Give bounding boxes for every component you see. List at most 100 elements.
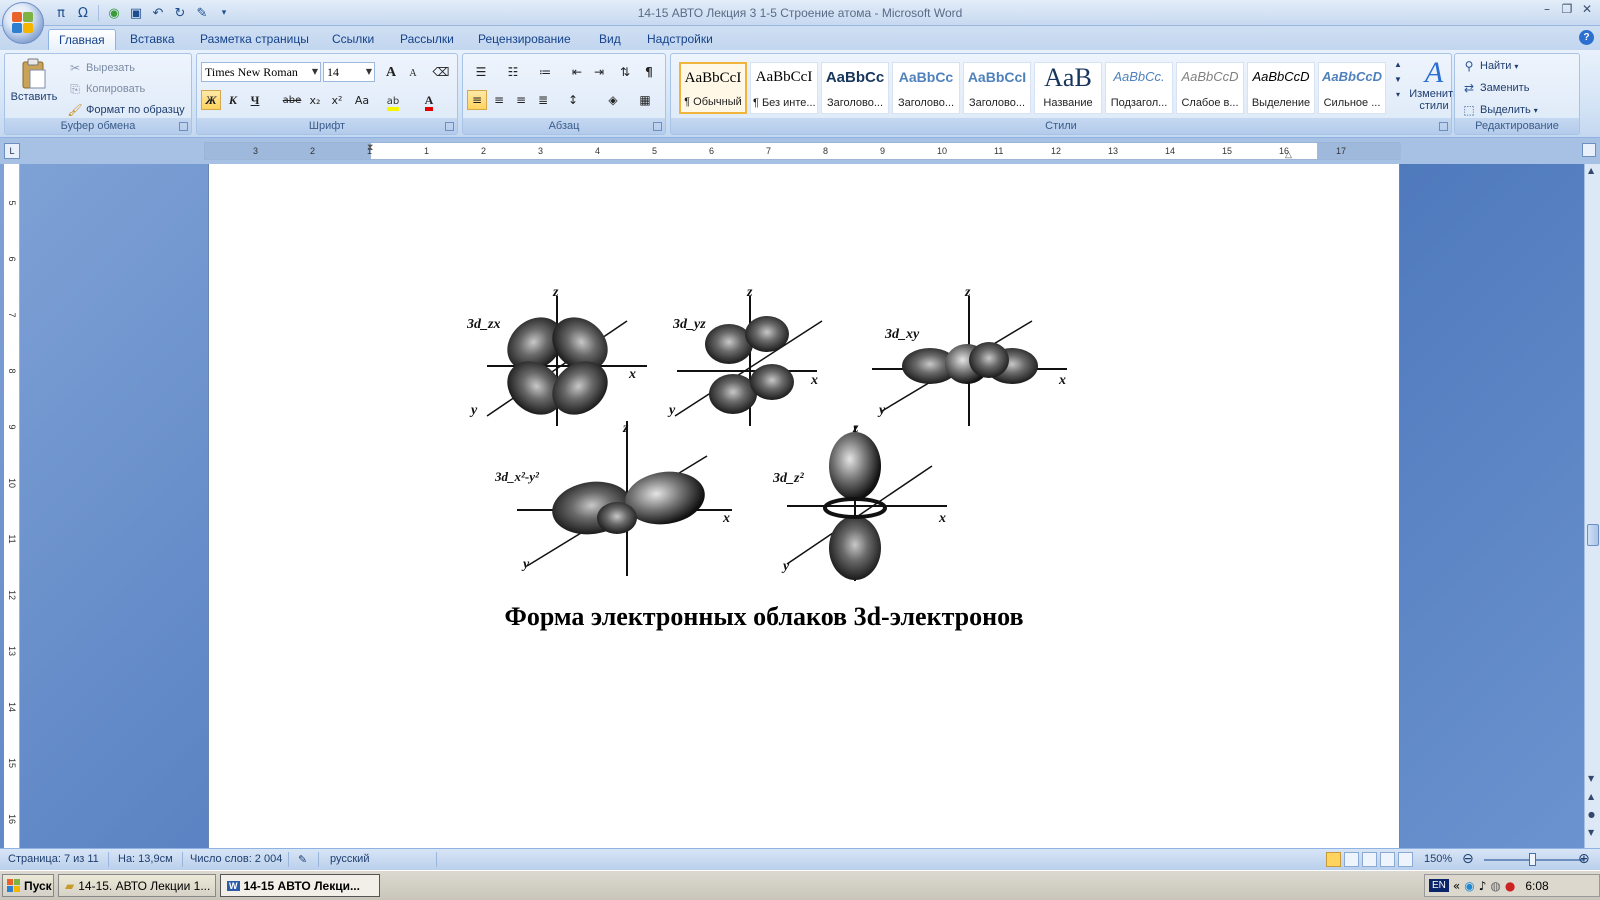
taskbar-item-folder[interactable]: ▰ 14-15. АВТО Лекции 1... [58, 874, 216, 897]
multilevel-list-icon[interactable]: ≔ [531, 62, 559, 82]
find-button[interactable]: ⚲ Найти ▾ [1461, 58, 1519, 74]
style-tile[interactable]: AaBbCc Заголово... [892, 62, 960, 114]
zoom-out-icon[interactable]: ⊖ [1462, 851, 1474, 867]
office-button[interactable] [2, 2, 44, 44]
network-icon[interactable]: ◉ [1464, 879, 1474, 893]
increase-indent-icon[interactable]: ⇥ [589, 62, 609, 82]
highlight-icon[interactable]: ab [383, 90, 403, 111]
right-indent-icon[interactable]: △ [1285, 149, 1292, 160]
speaker-icon[interactable]: ♪ [1479, 879, 1487, 893]
decrease-indent-icon[interactable]: ⇤ [567, 62, 587, 82]
style-tile[interactable]: AaBbCcI Заголово... [963, 62, 1031, 114]
security-icon[interactable]: ◍ [1490, 879, 1500, 893]
figure-caption[interactable]: Форма электронных облаков 3d-электронов [209, 602, 1319, 632]
antivirus-icon[interactable]: ● [1505, 879, 1515, 893]
vertical-scrollbar[interactable]: ▲ ▼ ▲ ● ▼ [1584, 164, 1600, 848]
status-language[interactable]: русский [330, 853, 369, 865]
tab-insert[interactable]: Вставка [120, 29, 185, 50]
align-center-icon[interactable]: ≡ [489, 90, 509, 110]
zoom-slider-thumb[interactable] [1529, 853, 1536, 866]
style-tile[interactable]: AaBbCcD Сильное ... [1318, 62, 1386, 114]
vertical-ruler[interactable]: 5 6 7 8 9 10 11 12 13 14 15 16 [4, 164, 20, 848]
style-tile[interactable]: AaBbCcD Выделение [1247, 62, 1315, 114]
scroll-down-icon[interactable]: ▼ [1588, 774, 1594, 783]
zoom-level[interactable]: 150% [1424, 853, 1452, 865]
scroll-up-icon[interactable]: ▲ [1588, 166, 1594, 175]
status-position[interactable]: На: 13,9см [118, 853, 173, 865]
language-indicator[interactable]: EN [1429, 879, 1449, 892]
proofing-icon[interactable]: ✎ [298, 853, 307, 866]
status-page[interactable]: Страница: 7 из 11 [8, 853, 99, 865]
next-page-icon[interactable]: ▼ [1588, 828, 1594, 837]
taskbar-item-word[interactable]: W 14-15 АВТО Лекци... [220, 874, 380, 897]
grow-font-button[interactable]: A [381, 62, 401, 82]
shrink-font-button[interactable]: A [403, 63, 423, 83]
italic-button[interactable]: К [223, 90, 243, 110]
scroll-thumb[interactable] [1587, 524, 1599, 546]
format-painter-button[interactable]: 🖌 Формат по образцу [67, 102, 184, 118]
style-tile[interactable]: AaB Название [1034, 62, 1102, 114]
select-button[interactable]: ⬚ Выделить ▾ [1461, 102, 1537, 118]
line-spacing-icon[interactable]: ↕ [559, 90, 587, 110]
clock[interactable]: 6:08 [1525, 879, 1548, 893]
show-marks-button[interactable]: ¶ [639, 62, 659, 82]
web-layout-icon[interactable] [1362, 852, 1377, 867]
font-color-icon[interactable]: A [419, 90, 439, 111]
horizontal-ruler[interactable]: 3 2 1 1 2 3 4 5 6 7 8 9 10 11 12 13 14 15 16 17 ⧗ △ [204, 142, 1401, 160]
start-button[interactable]: Пуск [2, 874, 54, 897]
dialog-launcher-icon[interactable] [653, 122, 662, 131]
copy-button[interactable]: ⎘ Копировать [67, 81, 145, 97]
font-family-select[interactable]: Times New Roman ▼ [201, 62, 321, 82]
document-page[interactable]: 3d_zx z x y 3d_yz z x y 3d_xy z x y 3d_x… [208, 164, 1400, 848]
numbering-icon[interactable]: ☷ [499, 62, 527, 82]
restore-icon[interactable]: ❐ [1560, 2, 1574, 16]
help-icon[interactable]: ? [1579, 30, 1594, 45]
indent-marker-icon[interactable]: ⧗ [367, 142, 373, 153]
borders-icon[interactable]: ▦ [631, 90, 659, 110]
tab-page-layout[interactable]: Разметка страницы [190, 29, 319, 50]
shading-icon[interactable]: ◈ [599, 90, 627, 110]
tab-selector-icon[interactable]: L [4, 143, 20, 159]
more-icon[interactable]: ▾ [1396, 90, 1400, 99]
replace-button[interactable]: ⇄ Заменить [1461, 80, 1529, 96]
sort-icon[interactable]: ⇅ [615, 62, 635, 82]
change-case-button[interactable]: Aa [349, 90, 375, 110]
clear-format-icon[interactable]: ⌫ [431, 62, 451, 82]
tab-references[interactable]: Ссылки [322, 29, 384, 50]
subscript-button[interactable]: x₂ [305, 90, 325, 110]
align-left-icon[interactable]: ≡ [467, 90, 487, 110]
tab-mailings[interactable]: Рассылки [390, 29, 464, 50]
tab-home[interactable]: Главная [48, 29, 116, 50]
zoom-in-icon[interactable]: ⊕ [1578, 851, 1590, 867]
style-tile[interactable]: AaBbCcD Слабое в... [1176, 62, 1244, 114]
bullets-icon[interactable]: ☰ [467, 62, 495, 82]
bold-button[interactable]: Ж [201, 90, 221, 110]
change-styles-button[interactable]: A Изменить стили [1409, 58, 1459, 113]
tab-review[interactable]: Рецензирование [468, 29, 581, 50]
cut-button[interactable]: ✂ Вырезать [67, 60, 135, 76]
superscript-button[interactable]: x² [327, 90, 347, 110]
close-icon[interactable]: ✕ [1580, 2, 1594, 16]
style-tile[interactable]: AaBbCcI ¶ Без инте... [750, 62, 818, 114]
status-words[interactable]: Число слов: 2 004 [190, 853, 282, 865]
font-size-select[interactable]: 14 ▼ [323, 62, 375, 82]
gallery-scroll[interactable]: ▲ ▼ ▾ [1393, 60, 1403, 99]
prev-page-icon[interactable]: ▲ [1588, 792, 1594, 801]
minimize-icon[interactable]: – [1540, 2, 1554, 16]
tray-expand-icon[interactable]: « [1453, 879, 1460, 893]
strikethrough-button[interactable]: abe [279, 90, 305, 110]
full-screen-reading-icon[interactable] [1344, 852, 1359, 867]
draft-view-icon[interactable] [1398, 852, 1413, 867]
tab-addins[interactable]: Надстройки [637, 29, 723, 50]
justify-icon[interactable]: ≣ [533, 90, 553, 110]
dialog-launcher-icon[interactable] [1439, 122, 1448, 131]
outline-view-icon[interactable] [1380, 852, 1395, 867]
print-layout-icon[interactable] [1326, 852, 1341, 867]
paste-button[interactable]: Вставить [9, 58, 59, 103]
chevron-down-icon[interactable]: ▼ [1394, 75, 1402, 84]
tab-view[interactable]: Вид [589, 29, 631, 50]
browse-object-icon[interactable]: ● [1588, 810, 1595, 819]
view-ruler-icon[interactable] [1582, 143, 1596, 157]
chevron-up-icon[interactable]: ▲ [1394, 60, 1402, 69]
style-tile[interactable]: AaBbCc. Подзагол... [1105, 62, 1173, 114]
